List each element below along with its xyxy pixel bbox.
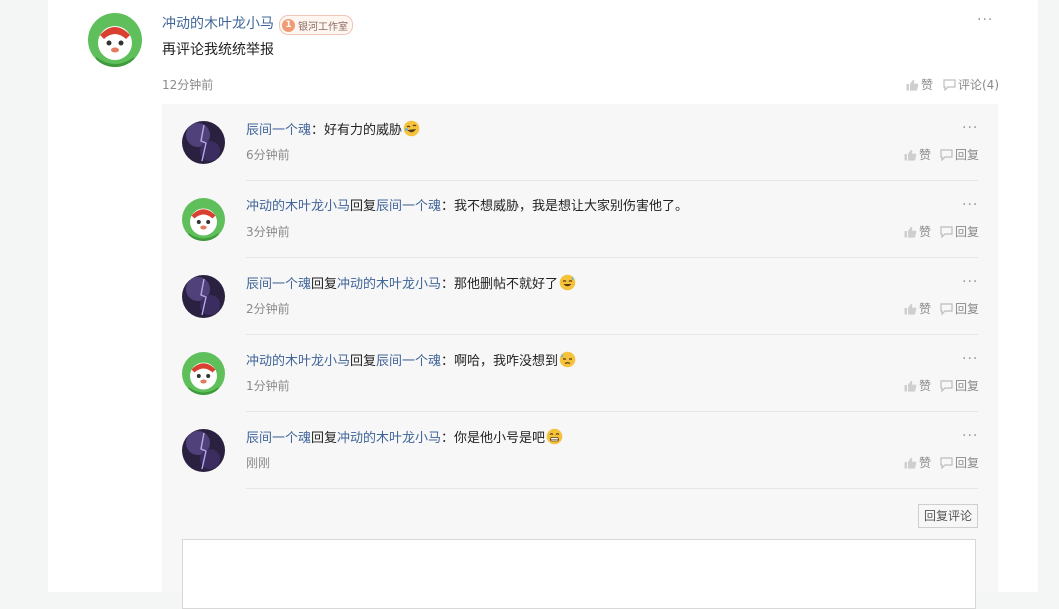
badge-text: 银河工作室 — [298, 21, 348, 33]
reply-more-icon[interactable]: ··· — [962, 121, 978, 135]
reply-list: 辰间一个魂：好有力的威胁 6分钟前 ··· 赞 回复 冲动的木叶龙小马回复辰间一… — [162, 104, 998, 609]
thumbs-up-icon — [904, 303, 917, 315]
reply-reply-label: 回复 — [955, 302, 980, 316]
main-author-avatar[interactable] — [88, 13, 142, 67]
reply-time: 6分钟前 — [246, 148, 290, 162]
reply-target[interactable]: 冲动的木叶龙小马 — [337, 277, 441, 292]
reply-text: ：好有力的威胁 — [311, 123, 403, 138]
reply-reply-label: 回复 — [955, 379, 980, 393]
author-badge: 1 银河工作室 — [279, 15, 353, 35]
reply-reply-label: 回复 — [955, 225, 980, 239]
reply-textarea[interactable] — [182, 539, 976, 609]
comment-icon — [940, 303, 953, 315]
reply-author[interactable]: 辰间一个魂 — [246, 431, 311, 446]
reply-content: 辰间一个魂回复冲动的木叶龙小马：那他删帖不就好了 — [246, 274, 576, 298]
reply-time: 3分钟前 — [246, 225, 290, 239]
reply-reply-label: 回复 — [955, 456, 980, 470]
reply-more-icon[interactable]: ··· — [962, 198, 978, 212]
reply-reply-button[interactable]: 回复 — [940, 301, 979, 317]
reply-avatar[interactable] — [182, 121, 225, 164]
reply-like-label: 赞 — [919, 225, 932, 239]
reply-word: 回复 — [350, 354, 377, 369]
reply-word: 回复 — [311, 277, 338, 292]
reply-divider — [246, 488, 978, 489]
reply-like-button[interactable]: 赞 — [904, 147, 931, 163]
reply-content: 辰间一个魂回复冲动的木叶龙小马：你是他小号是吧 — [246, 428, 563, 452]
reply-content: 辰间一个魂：好有力的威胁 — [246, 120, 420, 144]
reply-word: 回复 — [350, 199, 377, 214]
reply-more-icon[interactable]: ··· — [962, 352, 978, 366]
reply-avatar[interactable] — [182, 352, 225, 395]
main-comment-time: 12分钟前 — [162, 78, 214, 92]
page-container: 冲动的木叶龙小马 1 银河工作室 ··· 再评论我统统举报 12分钟前 赞 评论… — [48, 0, 1038, 609]
thumbs-up-icon — [904, 226, 917, 238]
reply-avatar[interactable] — [182, 429, 225, 472]
reply-comment-button[interactable]: 回复评论 — [918, 504, 979, 528]
reply-like-label: 赞 — [919, 302, 932, 316]
reply-reply-label: 回复 — [955, 148, 980, 162]
sweat-smile-emoji-icon — [559, 274, 576, 298]
reply-reply-button[interactable]: 回复 — [940, 455, 979, 471]
reply-word: 回复 — [311, 431, 338, 446]
badge-level: 1 — [282, 18, 295, 32]
reply-author[interactable]: 辰间一个魂 — [246, 277, 311, 292]
reply-content: 冲动的木叶龙小马回复辰间一个魂：啊哈，我咋没想到 — [246, 351, 576, 375]
main-like-button[interactable]: 赞 — [906, 77, 933, 93]
reply-like-button[interactable]: 赞 — [904, 301, 931, 317]
comment-icon — [943, 79, 956, 91]
reply-more-icon[interactable]: ··· — [962, 429, 978, 443]
main-like-label: 赞 — [921, 78, 934, 92]
reply-target[interactable]: 冲动的木叶龙小马 — [337, 431, 441, 446]
reply-time: 2分钟前 — [246, 302, 290, 316]
comment-icon — [940, 149, 953, 161]
reply-target[interactable]: 辰间一个魂 — [376, 199, 441, 214]
thumbs-up-icon — [904, 457, 917, 469]
reply-target[interactable]: 辰间一个魂 — [376, 354, 441, 369]
main-comment-text: 再评论我统统举报 — [162, 42, 274, 58]
main-comment-button[interactable]: 评论(4) — [943, 77, 999, 93]
reply-content: 冲动的木叶龙小马回复辰间一个魂：我不想威胁，我是想让大家别伤害他了。 — [246, 197, 688, 217]
reply-reply-button[interactable]: 回复 — [940, 147, 979, 163]
reply-like-label: 赞 — [919, 148, 932, 162]
reply-time: 1分钟前 — [246, 379, 290, 393]
reply-reply-button[interactable]: 回复 — [940, 378, 979, 394]
reply-avatar[interactable] — [182, 275, 225, 318]
main-more-icon[interactable]: ··· — [977, 13, 993, 27]
main-author-name[interactable]: 冲动的木叶龙小马 — [162, 14, 274, 34]
reply-like-button[interactable]: 赞 — [904, 224, 931, 240]
comment-icon — [940, 226, 953, 238]
reply-item: 冲动的木叶龙小马回复辰间一个魂：我不想威胁，我是想让大家别伤害他了。 3分钟前 … — [162, 181, 998, 258]
reply-text: ：那他删帖不就好了 — [441, 277, 559, 292]
reply-author[interactable]: 冲动的木叶龙小马 — [246, 199, 350, 214]
reply-text: ：你是他小号是吧 — [441, 431, 546, 446]
reply-like-button[interactable]: 赞 — [904, 455, 931, 471]
thumbs-up-icon — [904, 380, 917, 392]
comment-icon — [940, 457, 953, 469]
rofl-emoji-icon — [403, 120, 420, 144]
reply-reply-button[interactable]: 回复 — [940, 224, 979, 240]
downcast-sweat-emoji-icon — [559, 351, 576, 375]
reply-avatar[interactable] — [182, 198, 225, 241]
thumbs-up-icon — [904, 149, 917, 161]
reply-more-icon[interactable]: ··· — [962, 275, 978, 289]
reply-item: 辰间一个魂：好有力的威胁 6分钟前 ··· 赞 回复 — [162, 104, 998, 181]
reply-text: ：我不想威胁，我是想让大家别伤害他了。 — [441, 199, 689, 214]
reply-like-label: 赞 — [919, 379, 932, 393]
reply-author[interactable]: 辰间一个魂 — [246, 123, 311, 138]
reply-time: 刚刚 — [246, 456, 271, 470]
reply-author[interactable]: 冲动的木叶龙小马 — [246, 354, 350, 369]
comment-icon — [940, 380, 953, 392]
reply-item: 辰间一个魂回复冲动的木叶龙小马：你是他小号是吧 刚刚 ··· 赞 回复 — [162, 412, 998, 489]
reply-like-button[interactable]: 赞 — [904, 378, 931, 394]
thumbs-up-icon — [906, 79, 919, 91]
reply-item: 辰间一个魂回复冲动的木叶龙小马：那他删帖不就好了 2分钟前 ··· 赞 回复 — [162, 258, 998, 335]
grimace-emoji-icon — [546, 428, 563, 452]
reply-item: 冲动的木叶龙小马回复辰间一个魂：啊哈，我咋没想到 1分钟前 ··· 赞 回复 — [162, 335, 998, 412]
reply-text: ：啊哈，我咋没想到 — [441, 354, 559, 369]
reply-like-label: 赞 — [919, 456, 932, 470]
main-comment-label: 评论(4) — [958, 78, 999, 92]
